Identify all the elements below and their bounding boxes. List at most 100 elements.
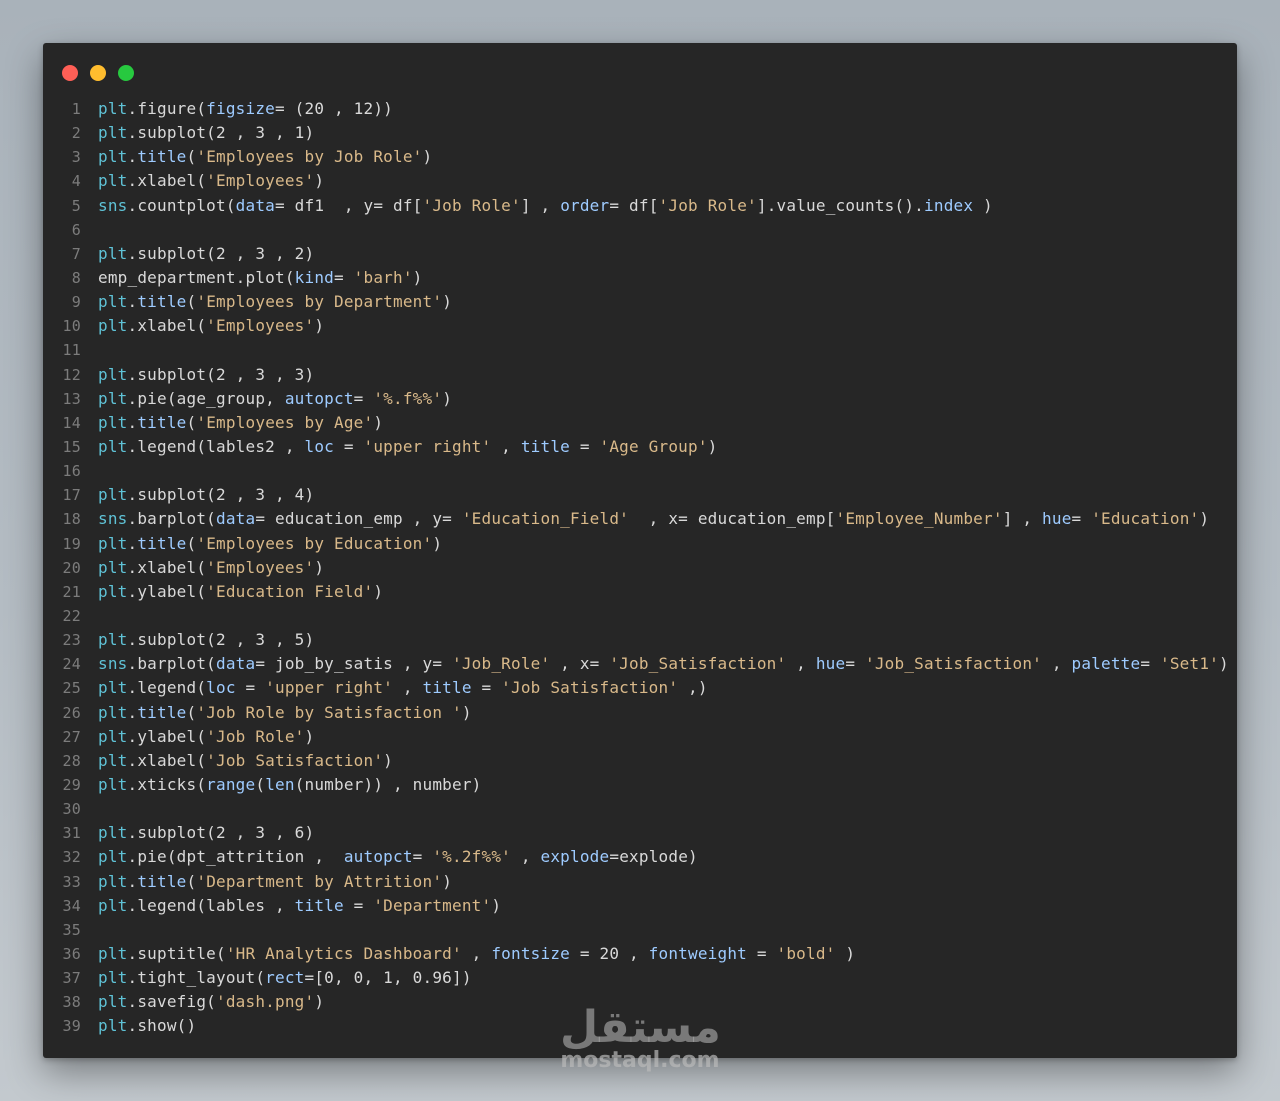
code-text: plt.tight_layout(rect=[0, 0, 1, 0.96]): [98, 968, 472, 988]
line-number: 30: [62, 800, 81, 819]
line-number: 10: [62, 317, 81, 336]
code-line: 18 sns.barplot(data= education_emp , y= '…: [43, 507, 1237, 531]
line-number: 14: [62, 413, 81, 432]
line-number: 2: [71, 124, 81, 143]
code-line: 11: [43, 338, 1237, 362]
code-text: plt.subplot(2 , 3 , 3): [98, 364, 315, 384]
line-number: 35: [62, 920, 81, 939]
code-line: 16: [43, 459, 1237, 483]
line-number: 21: [62, 582, 81, 601]
code-line: 7 plt.subplot(2 , 3 , 2): [43, 242, 1237, 266]
code-text: plt.ylabel('Education Field'): [98, 581, 384, 601]
code-line: 28 plt.xlabel('Job Satisfaction'): [43, 749, 1237, 773]
code-line: 25 plt.legend(loc = 'upper right' , title…: [43, 676, 1237, 700]
code-editor[interactable]: 1 plt.figure(figsize= (20 , 12)) 2 plt.subp…: [43, 97, 1237, 1038]
line-number: 20: [62, 558, 81, 577]
maximize-window-button[interactable]: [118, 65, 134, 81]
code-line: 14 plt.title('Employees by Age'): [43, 411, 1237, 435]
code-line: 3 plt.title('Employees by Job Role'): [43, 145, 1237, 169]
line-number: 23: [62, 631, 81, 650]
line-number: 38: [62, 993, 81, 1012]
code-line: 20 plt.xlabel('Employees'): [43, 556, 1237, 580]
line-number: 18: [62, 510, 81, 529]
line-number: 29: [62, 775, 81, 794]
code-text: plt.title('Employees by Department'): [98, 292, 453, 312]
watermark-logo: مستقل mostaql.com: [560, 1000, 721, 1080]
code-text: plt.title('Employees by Job Role'): [98, 147, 433, 167]
code-text: plt.savefig('dash.png'): [98, 992, 325, 1012]
code-line: 2 plt.subplot(2 , 3 , 1): [43, 121, 1237, 145]
code-text: plt.pie(age_group, autopct= '%.f%%'): [98, 388, 453, 408]
watermark-latin-text: mostaql.com: [560, 1048, 720, 1073]
code-text: plt.pie(dpt_attrition , autopct= '%.2f%%…: [98, 847, 698, 867]
code-window: 1 plt.figure(figsize= (20 , 12)) 2 plt.subp…: [43, 43, 1237, 1058]
line-number: 8: [71, 268, 81, 287]
code-line: 31 plt.subplot(2 , 3 , 6): [43, 821, 1237, 845]
code-line: 29 plt.xticks(range(len(number)) , number…: [43, 773, 1237, 797]
line-number: 6: [71, 220, 81, 239]
code-line: 35: [43, 918, 1237, 942]
code-text: plt.title('Employees by Education'): [98, 533, 443, 553]
code-text: plt.subplot(2 , 3 , 4): [98, 485, 315, 505]
line-number: 9: [71, 293, 81, 312]
code-text: sns.barplot(data= education_emp , y= 'Ed…: [98, 509, 1210, 529]
code-text: plt.ylabel('Job Role'): [98, 726, 315, 746]
code-text: plt.title('Job Role by Satisfaction '): [98, 702, 472, 722]
code-text: plt.subplot(2 , 3 , 5): [98, 630, 315, 650]
code-line: 9 plt.title('Employees by Department'): [43, 290, 1237, 314]
line-number: 24: [62, 655, 81, 674]
line-number: 27: [62, 727, 81, 746]
code-text: sns.barplot(data= job_by_satis , y= 'Job…: [98, 654, 1229, 674]
code-line: 27 plt.ylabel('Job Role'): [43, 725, 1237, 749]
code-line: 4 plt.xlabel('Employees'): [43, 169, 1237, 193]
code-text: plt.xlabel('Employees'): [98, 316, 325, 336]
code-text: plt.show(): [98, 1016, 197, 1036]
code-text: plt.title('Department by Attrition'): [98, 871, 453, 891]
line-number: 32: [62, 848, 81, 867]
line-number: 4: [71, 172, 81, 191]
code-text: plt.xlabel('Employees'): [98, 171, 325, 191]
code-text: plt.legend(lables2 , loc = 'upper right'…: [98, 436, 718, 456]
code-text: plt.figure(figsize= (20 , 12)): [98, 99, 394, 118]
code-line: 1 plt.figure(figsize= (20 , 12)): [43, 97, 1237, 121]
code-text: plt.xlabel('Job Satisfaction'): [98, 750, 394, 770]
code-text: plt.subplot(2 , 3 , 1): [98, 123, 315, 143]
line-number: 13: [62, 389, 81, 408]
code-line: 10 plt.xlabel('Employees'): [43, 314, 1237, 338]
line-number: 28: [62, 751, 81, 770]
line-number: 16: [62, 462, 81, 481]
line-number: 17: [62, 486, 81, 505]
code-line: 32 plt.pie(dpt_attrition , autopct= '%.2f…: [43, 845, 1237, 869]
line-number: 39: [62, 1017, 81, 1036]
line-number: 15: [62, 437, 81, 456]
code-text: plt.xlabel('Employees'): [98, 557, 325, 577]
code-line: 26 plt.title('Job Role by Satisfaction '): [43, 701, 1237, 725]
line-number: 7: [71, 244, 81, 263]
code-line: 13 plt.pie(age_group, autopct= '%.f%%'): [43, 387, 1237, 411]
minimize-window-button[interactable]: [90, 65, 106, 81]
line-number: 22: [62, 606, 81, 625]
code-line: 30: [43, 797, 1237, 821]
code-text: plt.suptitle('HR Analytics Dashboard' , …: [98, 943, 856, 963]
code-line: 33 plt.title('Department by Attrition'): [43, 870, 1237, 894]
code-line: 34 plt.legend(lables , title = 'Departmen…: [43, 894, 1237, 918]
code-text: plt.xticks(range(len(number)) , number): [98, 774, 482, 794]
code-line: 8 emp_department.plot(kind= 'barh'): [43, 266, 1237, 290]
code-line: 17 plt.subplot(2 , 3 , 4): [43, 483, 1237, 507]
code-text: plt.legend(lables , title = 'Department'…: [98, 895, 502, 915]
window-titlebar: [43, 43, 1237, 93]
code-line: 21 plt.ylabel('Education Field'): [43, 580, 1237, 604]
line-number: 12: [62, 365, 81, 384]
code-text: sns.countplot(data= df1 , y= df['Job Rol…: [98, 195, 993, 215]
line-number: 26: [62, 703, 81, 722]
code-text: emp_department.plot(kind= 'barh'): [98, 267, 423, 287]
code-line: 24 sns.barplot(data= job_by_satis , y= 'J…: [43, 652, 1237, 676]
code-text: plt.subplot(2 , 3 , 6): [98, 823, 315, 843]
close-window-button[interactable]: [62, 65, 78, 81]
code-line: 6: [43, 218, 1237, 242]
code-text: plt.subplot(2 , 3 , 2): [98, 243, 315, 263]
code-line: 5 sns.countplot(data= df1 , y= df['Job Ro…: [43, 194, 1237, 218]
code-text: plt.legend(loc = 'upper right' , title =…: [98, 678, 708, 698]
code-line: 23 plt.subplot(2 , 3 , 5): [43, 628, 1237, 652]
line-number: 11: [62, 341, 81, 360]
